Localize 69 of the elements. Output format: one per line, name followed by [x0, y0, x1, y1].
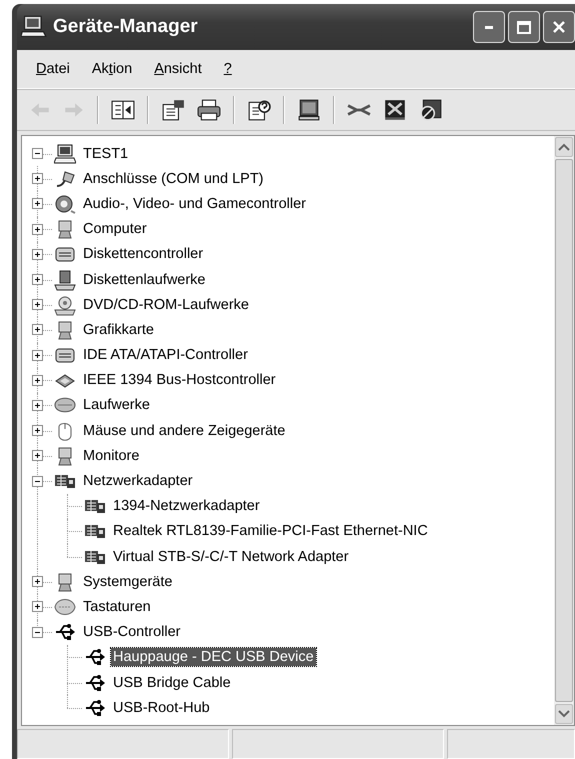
- panel-icon: [111, 99, 135, 121]
- expand-toggle[interactable]: [32, 224, 43, 235]
- maximize-icon: [517, 20, 531, 34]
- scroll-up-button[interactable]: [555, 137, 573, 157]
- tree-item[interactable]: Anschlüsse (COM und LPT): [81, 170, 266, 188]
- expand-toggle[interactable]: [32, 601, 43, 612]
- tree-item[interactable]: Tastaturen: [81, 598, 153, 616]
- tree-item[interactable]: USB-Controller: [81, 623, 182, 642]
- tree-item[interactable]: Mäuse und andere Zeigegeräte: [81, 422, 288, 440]
- tree-item[interactable]: Grafikkarte: [81, 320, 156, 339]
- expand-toggle[interactable]: [32, 425, 43, 436]
- expand-toggle[interactable]: [32, 198, 43, 210]
- maximize-button[interactable]: [508, 11, 540, 43]
- menu-item[interactable]: ?: [214, 59, 241, 79]
- expand-toggle[interactable]: [32, 576, 43, 588]
- monitor-x-icon: [383, 99, 407, 121]
- tree-item[interactable]: IDE ATA/ATAPI-Controller: [81, 346, 250, 364]
- collapse-toggle[interactable]: [32, 476, 43, 487]
- scrollbar-thumb[interactable]: [555, 159, 573, 702]
- minimize-button[interactable]: [473, 11, 505, 43]
- tree-item[interactable]: Monitore: [81, 446, 142, 465]
- dvd-device-icon: [54, 294, 76, 316]
- scrollbar[interactable]: [554, 136, 574, 725]
- close-icon: [553, 21, 565, 33]
- expand-toggle[interactable]: [32, 400, 43, 411]
- scroll-down-button[interactable]: [555, 704, 573, 724]
- chevron-down-icon: [558, 710, 570, 718]
- expand-toggle[interactable]: [32, 324, 43, 336]
- expand-toggle[interactable]: [32, 450, 43, 462]
- help-icon: [247, 99, 271, 121]
- computer-device-icon: [54, 142, 76, 165]
- tree-item[interactable]: Laufwerke: [81, 396, 152, 414]
- expand-toggle[interactable]: [32, 173, 43, 184]
- chevron-up-icon: [558, 143, 570, 151]
- collapse-toggle[interactable]: [32, 148, 43, 160]
- tree-item[interactable]: Diskettenlaufwerke: [81, 270, 208, 289]
- tree-item[interactable]: DVD/CD-ROM-Laufwerke: [81, 296, 251, 314]
- document-icon: [161, 99, 185, 121]
- tree-item[interactable]: USB-Root-Hub: [111, 698, 212, 717]
- tree-item[interactable]: Computer: [81, 220, 149, 238]
- computer-icon: [21, 15, 47, 39]
- monitor-disabled-icon: [419, 99, 443, 121]
- tree-item[interactable]: Realtek RTL8139-Familie-PCI-Fast Ethernet-NIC: [111, 522, 430, 540]
- tree-item[interactable]: USB Bridge Cable: [111, 674, 233, 692]
- collapse-toggle[interactable]: [32, 626, 43, 638]
- tree-item[interactable]: Hauppauge - DEC USB Device: [111, 648, 316, 666]
- menu-item[interactable]: Ansicht: [145, 59, 211, 79]
- tree-item[interactable]: Netzwerkadapter: [81, 472, 195, 490]
- close-button[interactable]: [543, 11, 575, 43]
- printer-icon: [197, 99, 221, 121]
- tree-item[interactable]: 1394-Netzwerkadapter: [111, 497, 262, 516]
- window-title: Geräte-Manager: [53, 16, 199, 38]
- tree-item[interactable]: Virtual STB-S/-C/-T Network Adapter: [111, 548, 351, 566]
- floppy-device-icon: [54, 268, 76, 291]
- tree-item[interactable]: Audio-, Video- und Gamecontroller: [81, 194, 308, 213]
- expand-toggle[interactable]: [32, 248, 43, 260]
- tree-item[interactable]: IEEE 1394 Bus-Hostcontroller: [81, 371, 278, 390]
- tree-item[interactable]: Diskettencontroller: [81, 245, 206, 264]
- monitor-icon: [297, 99, 321, 121]
- minimize-icon: [485, 26, 493, 28]
- menu-item[interactable]: Datei: [27, 59, 79, 79]
- expand-toggle[interactable]: [32, 274, 43, 286]
- tree-item[interactable]: TEST1: [81, 144, 130, 163]
- expand-toggle[interactable]: [32, 299, 43, 310]
- audio-device-icon: [54, 192, 76, 215]
- tree-item[interactable]: Systemgeräte: [81, 572, 174, 591]
- expand-toggle[interactable]: [32, 350, 43, 361]
- menu-item[interactable]: Aktion: [82, 59, 142, 79]
- expand-toggle[interactable]: [32, 374, 43, 386]
